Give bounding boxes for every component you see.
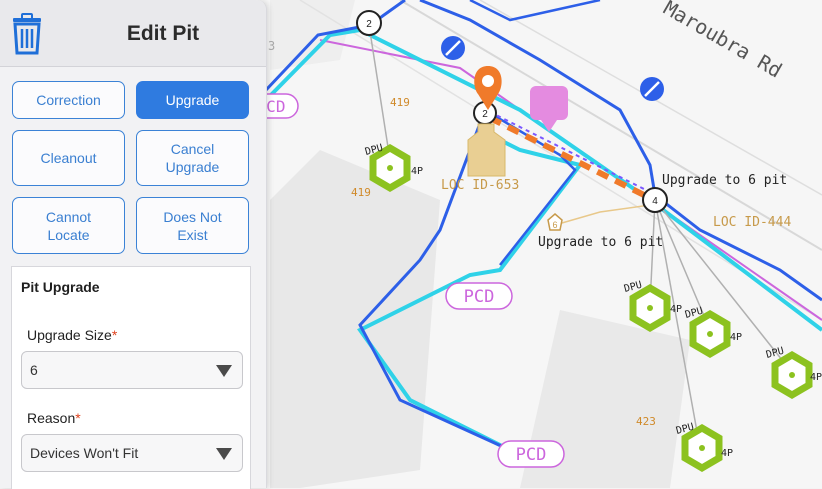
does-not-exist-button[interactable]: Does Not Exist xyxy=(136,197,249,254)
pcd-label[interactable]: PCD xyxy=(445,282,513,310)
pit-node[interactable]: 4 xyxy=(642,187,668,213)
reason-value: Devices Won't Fit xyxy=(30,445,139,461)
map-text-fragment: 3 xyxy=(268,39,275,53)
port-label: 4P xyxy=(730,332,742,343)
reason-label-text: Reason xyxy=(27,410,76,426)
cleanout-button[interactable]: Cleanout xyxy=(12,130,125,186)
pit-number: 2 xyxy=(366,19,372,30)
upgrade-note: Upgrade to 6 pit xyxy=(538,235,663,250)
port-label: 4P xyxy=(411,166,423,177)
dropdown-caret-icon xyxy=(216,365,232,377)
required-marker: * xyxy=(111,327,118,343)
port-label: 4P xyxy=(721,448,733,459)
pit-node[interactable]: 2 xyxy=(473,101,497,125)
pit-number: 2 xyxy=(482,109,488,120)
pcd-text: PCD xyxy=(464,287,495,307)
upgrade-size-label-text: Upgrade Size xyxy=(27,327,112,343)
upgrade-button[interactable]: Upgrade xyxy=(136,81,249,119)
cancel-upgrade-button[interactable]: Cancel Upgrade xyxy=(136,130,249,186)
no-entry-icon[interactable] xyxy=(441,36,465,60)
pit-upgrade-section: Pit Upgrade Upgrade Size* 6 Reason* Devi… xyxy=(11,266,251,489)
edit-pit-panel: Edit Pit Correction Upgrade Cleanout Can… xyxy=(0,0,267,489)
cannot-locate-button[interactable]: Cannot Locate xyxy=(12,197,125,254)
loc-id-label: LOC ID-653 xyxy=(441,178,519,193)
panel-title: Edit Pit xyxy=(126,22,200,45)
correction-button[interactable]: Correction xyxy=(12,81,125,119)
pcd-text: PCD xyxy=(516,445,547,465)
lot-number: 419 xyxy=(351,186,371,199)
lot-number: 419 xyxy=(390,96,410,109)
upgrade-note: Upgrade to 6 pit xyxy=(662,173,787,188)
pit-node[interactable]: 2 xyxy=(356,10,382,36)
loc-id-label: LOC ID-444 xyxy=(713,215,791,230)
port-label: 4P xyxy=(810,372,822,383)
panel-header: Edit Pit xyxy=(0,0,266,67)
dropdown-caret-icon xyxy=(216,448,232,460)
building-block xyxy=(270,150,440,488)
upgrade-size-label: Upgrade Size* xyxy=(27,327,117,343)
lot-number: 423 xyxy=(636,415,656,428)
upgrade-size-select[interactable]: 6 xyxy=(21,351,243,389)
reason-label: Reason* xyxy=(27,410,81,426)
trash-icon[interactable] xyxy=(10,13,44,55)
port-label: 4P xyxy=(670,304,682,315)
small-pit-number: 6 xyxy=(552,220,557,230)
upgrade-size-value: 6 xyxy=(30,362,38,378)
required-marker: * xyxy=(75,410,81,426)
section-title: Pit Upgrade xyxy=(21,279,100,295)
pit-number: 4 xyxy=(652,196,658,207)
no-entry-icon[interactable] xyxy=(640,77,664,101)
pcd-label[interactable]: PCD xyxy=(497,440,565,468)
reason-select[interactable]: Devices Won't Fit xyxy=(21,434,243,472)
